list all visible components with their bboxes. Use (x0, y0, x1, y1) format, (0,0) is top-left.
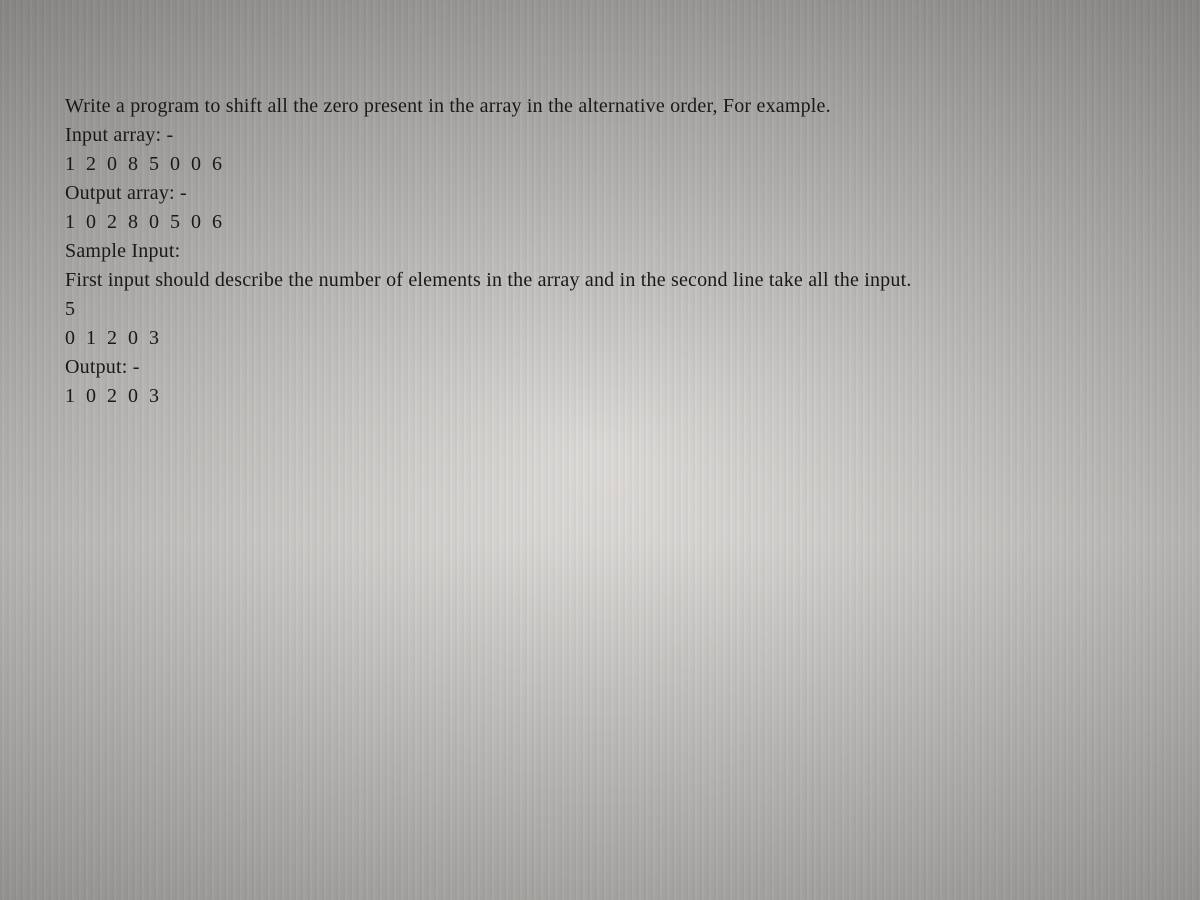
output-array-label: Output array: - (65, 179, 1135, 208)
input-array-label: Input array: - (65, 121, 1135, 150)
sample-input-description: First input should describe the number o… (65, 266, 1135, 295)
input-array-values: 1 2 0 8 5 0 0 6 (65, 150, 1135, 179)
problem-statement: Write a program to shift all the zero pr… (0, 0, 1200, 411)
sample-input-header: Sample Input: (65, 237, 1135, 266)
sample-n: 5 (65, 295, 1135, 324)
problem-description: Write a program to shift all the zero pr… (65, 92, 1135, 121)
output-array-values: 1 0 2 8 0 5 0 6 (65, 208, 1135, 237)
sample-values: 0 1 2 0 3 (65, 324, 1135, 353)
sample-output-values: 1 0 2 0 3 (65, 382, 1135, 411)
sample-output-label: Output: - (65, 353, 1135, 382)
